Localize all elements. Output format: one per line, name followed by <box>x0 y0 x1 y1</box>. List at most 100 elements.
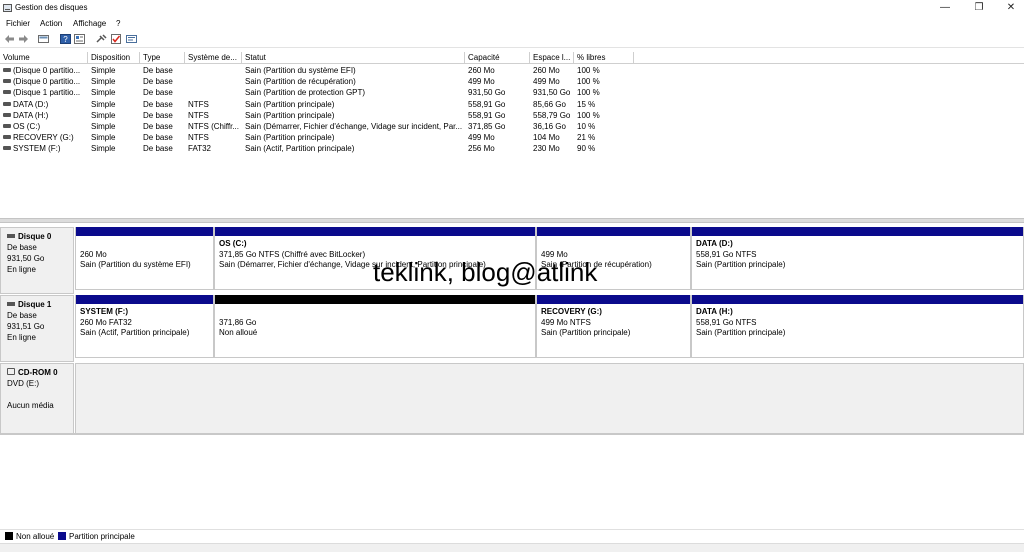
cell-volume-text: SYSTEM (F:) <box>13 144 61 154</box>
disk-view-divider <box>0 433 1024 435</box>
close-button[interactable]: ✕ <box>994 0 1024 16</box>
cell-volume: (Disque 1 partitio... <box>3 87 88 98</box>
volume-row[interactable]: (Disque 0 partitio... Simple De base Sain (… <box>0 65 640 76</box>
check-icon[interactable] <box>111 34 122 44</box>
connect-icon[interactable] <box>96 34 107 44</box>
volume-row[interactable]: RECOVERY (G:) Simple De base NTFS Sain (Part… <box>0 132 640 143</box>
disk-state: Aucun média <box>7 401 54 410</box>
partition-system-f[interactable]: SYSTEM (F:) 260 Mo FAT32 Sain (Actif, Pa… <box>75 295 214 358</box>
watermark-text: teklink, blog@atlink <box>373 257 598 287</box>
cell-volume-text: (Disque 1 partitio... <box>13 88 81 98</box>
volume-row[interactable]: DATA (D:) Simple De base NTFS Sain (Partitio… <box>0 99 640 110</box>
cell-capacite: 558,91 Go <box>468 110 528 121</box>
cell-statut: Sain (Partition du système EFI) <box>245 65 463 76</box>
disk-list-icon[interactable] <box>38 34 49 44</box>
unallocated-space[interactable]: 371,86 Go Non alloué <box>214 295 536 358</box>
help-icon[interactable]: ? <box>60 34 71 44</box>
partition-status: Sain (Partition principale) <box>696 260 786 270</box>
partition-data-d[interactable]: DATA (D:) 558,91 Go NTFS Sain (Partition… <box>691 227 1024 290</box>
volume-row[interactable]: SYSTEM (F:) Simple De base FAT32 Sain (Actif… <box>0 143 640 154</box>
cell-espace-libre-text: 260 Mo <box>533 66 560 75</box>
svg-text:?: ? <box>63 35 68 44</box>
column-header-filesystem[interactable]: Système de... <box>185 52 242 64</box>
partition-data-h[interactable]: DATA (H:) 558,91 Go NTFS Sain (Partition… <box>691 295 1024 358</box>
back-arrow-icon[interactable] <box>4 34 15 44</box>
cell-espace-libre-text: 931,50 Go <box>533 88 571 98</box>
legend-label-unallocated: Non alloué <box>16 532 55 541</box>
cell-filesystem: NTFS <box>188 110 242 121</box>
cell-filesystem-text: NTFS <box>188 110 209 120</box>
properties-icon[interactable] <box>74 34 85 44</box>
column-header-pct-libres[interactable]: % libres <box>574 52 634 64</box>
maximize-button[interactable]: ❐ <box>962 0 996 16</box>
cell-pct-libres: 100 % <box>577 87 632 98</box>
disk-state: En ligne <box>7 333 36 342</box>
cell-statut: Sain (Partition principale) <box>245 110 463 121</box>
cell-volume: RECOVERY (G:) <box>3 132 88 143</box>
volume-row[interactable]: DATA (H:) Simple De base NTFS Sain (Partitio… <box>0 110 640 121</box>
cell-espace-libre: 499 Mo <box>533 76 573 87</box>
volume-drive-icon <box>3 101 11 106</box>
disk-size <box>7 389 73 400</box>
disk-management-app-icon <box>3 4 12 12</box>
cell-statut-text: Sain (Démarrer, Fichier d'échange, Vidag… <box>245 122 463 131</box>
cell-pct-libres-text: 100 % <box>577 88 600 98</box>
settings-icon[interactable] <box>126 34 137 44</box>
disk-size: 931,50 Go <box>7 254 45 263</box>
legend: Non alloué Partition principale <box>0 529 1024 542</box>
cell-volume-text: DATA (H:) <box>13 110 49 120</box>
cell-type: De base <box>143 143 185 154</box>
volume-row[interactable]: (Disque 0 partitio... Simple De base Sain (… <box>0 76 640 87</box>
partition-name: RECOVERY (G:) <box>541 307 602 316</box>
cell-volume: DATA (H:) <box>3 110 88 121</box>
menu-fichier[interactable]: Fichier <box>6 19 30 28</box>
cell-pct-libres-text: 15 % <box>577 99 596 109</box>
partition-bar <box>76 295 213 304</box>
cell-pct-libres-text: 100 % <box>577 66 600 75</box>
cell-disposition: Simple <box>91 132 140 143</box>
cell-capacite: 260 Mo <box>468 65 528 76</box>
cell-capacite-text: 558,91 Go <box>468 110 506 120</box>
column-header-espace-libre[interactable]: Espace l... <box>530 52 574 64</box>
cell-statut-text: Sain (Partition principale) <box>245 110 335 120</box>
minimize-button[interactable]: — <box>928 0 962 16</box>
forward-arrow-icon[interactable] <box>18 34 29 44</box>
cell-statut: Sain (Actif, Partition principale) <box>245 143 463 154</box>
cell-type: De base <box>143 132 185 143</box>
cell-pct-libres-text: 10 % <box>577 122 596 131</box>
volume-row[interactable]: OS (C:) Simple De base NTFS (Chiffr... Sain … <box>0 121 640 132</box>
partition-recovery-g[interactable]: RECOVERY (G:) 499 Mo NTFS Sain (Partitio… <box>536 295 691 358</box>
legend-label-primary: Partition principale <box>69 532 135 541</box>
cell-capacite-text: 260 Mo <box>468 66 495 75</box>
cell-type: De base <box>143 99 185 110</box>
cell-pct-libres: 100 % <box>577 65 632 76</box>
disk-label-disque-0[interactable]: Disque 0 De base 931,50 Go En ligne <box>0 227 74 294</box>
cell-statut: Sain (Partition principale) <box>245 132 463 143</box>
column-header-capacite[interactable]: Capacité <box>465 52 530 64</box>
column-header-disposition[interactable]: Disposition <box>88 52 140 64</box>
disk-icon <box>7 234 15 238</box>
partition-name <box>541 239 690 250</box>
cell-capacite-text: 931,50 Go <box>468 88 506 98</box>
disk-label-disque-1[interactable]: Disque 1 De base 931,51 Go En ligne <box>0 295 74 362</box>
menu-help[interactable]: ? <box>116 19 120 28</box>
disk-label-cdrom-0[interactable]: CD-ROM 0 DVD (E:) Aucun média <box>0 363 74 434</box>
disk-name: Disque 0 <box>18 232 52 241</box>
partition-size: 371,86 Go <box>219 317 257 327</box>
column-header-type[interactable]: Type <box>140 52 185 64</box>
partition-disque0-efi[interactable]: 260 Mo Sain (Partition du système EFI) <box>75 227 214 290</box>
menu-affichage[interactable]: Affichage <box>73 19 106 28</box>
partition-name: DATA (H:) <box>696 307 733 316</box>
cell-statut-text: Sain (Partition du système EFI) <box>245 66 356 75</box>
volume-row[interactable]: (Disque 1 partitio... Simple De base Sain (… <box>0 87 640 98</box>
menu-action[interactable]: Action <box>40 19 62 28</box>
disk-row-cdrom-0: CD-ROM 0 DVD (E:) Aucun média <box>0 363 1024 434</box>
volume-list-header: Volume Disposition Type Système de... St… <box>0 52 1024 64</box>
column-header-statut[interactable]: Statut <box>242 52 465 64</box>
cell-espace-libre: 36,16 Go <box>533 121 573 132</box>
column-header-volume[interactable]: Volume <box>0 52 88 64</box>
disk-state: En ligne <box>7 265 36 274</box>
cell-pct-libres: 15 % <box>577 99 632 110</box>
cell-capacite-text: 371,85 Go <box>468 122 506 131</box>
cell-filesystem <box>188 76 242 87</box>
